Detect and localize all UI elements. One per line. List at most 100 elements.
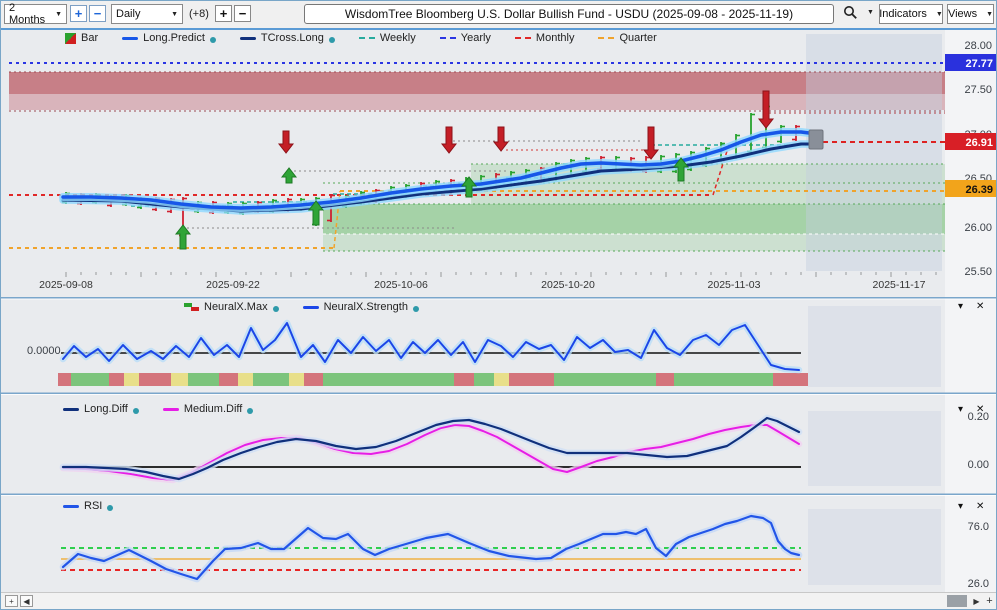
dashed-line-swatch — [359, 37, 375, 39]
neuralx-panel-controls: ▾ ✕ — [958, 301, 984, 312]
price-tick-label: 28.00 — [964, 40, 992, 52]
scroll-zoom-out-left-button[interactable]: + — [5, 595, 18, 607]
diff-panel-legend: Long.Diff Medium.Diff — [63, 403, 277, 415]
legend-item-weekly[interactable]: Weekly — [359, 32, 416, 44]
neuralx-signal-segment — [454, 373, 474, 386]
collapse-panel-icon[interactable]: ▾ — [958, 404, 963, 415]
price-badge-value: 26.39 — [965, 184, 993, 196]
legend-item-long-diff[interactable]: Long.Diff — [63, 403, 139, 415]
legend-item-neuralx-strength[interactable]: NeuralX.Strength — [303, 301, 419, 313]
legend-label: NeuralX.Strength — [324, 301, 408, 313]
toolbar: 2 Months ▼ + − Daily ▼ (+8) + − WisdomTr… — [1, 1, 996, 30]
neuralx-signal-segment — [71, 373, 109, 386]
legend-label: Yearly — [461, 32, 491, 44]
legend-label: TCross.Long — [261, 32, 324, 44]
indicators-menu-button[interactable]: Indicators ▼ — [879, 4, 943, 24]
neuralx-signal-segment — [509, 373, 554, 386]
neuralx-signal-segment — [188, 373, 219, 386]
price-badge-value: 27.77 — [965, 58, 993, 70]
neuralx-signal-segment — [109, 373, 124, 386]
legend-item-rsi[interactable]: RSI — [63, 500, 113, 512]
info-dot-icon[interactable] — [413, 306, 419, 312]
date-tick-label: 2025-10-06 — [374, 279, 428, 291]
price-tick-label: 26.00 — [964, 222, 992, 234]
legend-item-tcross-long[interactable]: TCross.Long — [240, 32, 335, 44]
sell-arrow-icon — [644, 127, 658, 159]
chevron-down-icon: ▼ — [171, 11, 178, 18]
current-bar-marker[interactable] — [809, 130, 823, 149]
date-tick-label: 2025-09-08 — [39, 279, 93, 291]
buy-arrow-icon — [282, 168, 296, 183]
collapse-panel-icon[interactable]: ▾ — [958, 501, 963, 512]
level-band — [9, 94, 945, 110]
sell-arrow-icon — [279, 131, 293, 153]
range-select[interactable]: 2 Months ▼ — [4, 4, 67, 24]
collapse-panel-icon[interactable]: ▾ — [958, 301, 963, 312]
price-tick-label: 25.50 — [964, 266, 992, 278]
dashed-line-swatch — [515, 37, 531, 39]
chart-canvas: 28.0027.5027.0026.5026.0025.5027.7726.91… — [1, 1, 997, 610]
info-dot-icon[interactable] — [273, 306, 279, 312]
scroll-left-button[interactable]: ◀ — [20, 595, 33, 607]
forecast-zone — [806, 34, 942, 271]
rsi-panel-legend: RSI — [63, 500, 137, 512]
legend-label: NeuralX.Max — [204, 301, 268, 313]
legend-item-monthly[interactable]: Monthly — [515, 32, 575, 44]
buy-arrow-icon — [176, 225, 190, 249]
range-zoom-in-button[interactable]: + — [70, 5, 87, 22]
date-tick-label: 2025-09-22 — [206, 279, 260, 291]
info-dot-icon[interactable] — [210, 37, 216, 43]
legend-label: Monthly — [536, 32, 575, 44]
legend-item-yearly[interactable]: Yearly — [440, 32, 491, 44]
add-bar-button[interactable]: + — [215, 5, 232, 22]
legend-item-neuralx-max[interactable]: NeuralX.Max — [184, 301, 279, 313]
forecast-zone — [808, 411, 941, 486]
chevron-down-icon: ▼ — [986, 11, 993, 18]
symbol-title-field[interactable]: WisdomTree Bloomberg U.S. Dollar Bullish… — [304, 4, 834, 24]
line-swatch — [240, 37, 256, 40]
remove-bar-button[interactable]: − — [234, 5, 251, 22]
panel-separator[interactable] — [1, 393, 997, 395]
legend-item-bar[interactable]: Bar — [65, 32, 98, 44]
neuralx-signal-segment — [219, 373, 238, 386]
interval-select-value: Daily — [116, 8, 140, 20]
info-dot-icon[interactable] — [329, 37, 335, 43]
sell-arrow-icon — [494, 127, 508, 151]
views-menu-button[interactable]: Views ▼ — [947, 4, 994, 24]
horizontal-scrollbar[interactable]: + ◀ ▶ + — [1, 592, 996, 609]
neuralx-signal-segment — [773, 373, 808, 386]
interval-select[interactable]: Daily ▼ — [111, 4, 183, 24]
level-band — [9, 72, 945, 94]
diff-high-label: 0.20 — [968, 411, 989, 423]
legend-label: Long.Predict — [143, 32, 205, 44]
chevron-down-icon[interactable]: ▼ — [867, 9, 874, 16]
neuralx-signal-segment — [656, 373, 674, 386]
info-dot-icon[interactable] — [133, 408, 139, 414]
line-swatch — [63, 505, 79, 508]
sell-arrow-icon — [442, 127, 456, 153]
line-swatch — [303, 306, 319, 309]
legend-item-medium-diff[interactable]: Medium.Diff — [163, 403, 253, 415]
panel-separator[interactable] — [1, 297, 997, 299]
legend-item-long-predict[interactable]: Long.Predict — [122, 32, 216, 44]
info-dot-icon[interactable] — [107, 505, 113, 511]
neuralx-signal-segment — [171, 373, 188, 386]
neuralx-signal-segment — [304, 373, 323, 386]
neuralx-signal-segment — [494, 373, 509, 386]
neuralx-signal-segment — [238, 373, 253, 386]
panel-separator[interactable] — [1, 494, 997, 496]
scroll-zoom-in-right-button[interactable]: + — [983, 595, 996, 607]
info-dot-icon[interactable] — [247, 408, 253, 414]
close-panel-icon[interactable]: ✕ — [976, 501, 984, 512]
forecast-zone — [808, 509, 941, 585]
range-zoom-out-button[interactable]: − — [89, 5, 106, 22]
forecast-zone — [808, 306, 941, 387]
symbol-search[interactable]: ▼ — [843, 5, 874, 20]
scrollbar-thumb[interactable] — [947, 595, 967, 607]
step-swatch-icon — [184, 303, 199, 312]
close-panel-icon[interactable]: ✕ — [976, 301, 984, 312]
scroll-right-button[interactable]: ▶ — [970, 595, 983, 607]
legend-item-quarter[interactable]: Quarter — [598, 32, 656, 44]
legend-label: Long.Diff — [84, 403, 128, 415]
search-icon[interactable] — [843, 5, 858, 20]
